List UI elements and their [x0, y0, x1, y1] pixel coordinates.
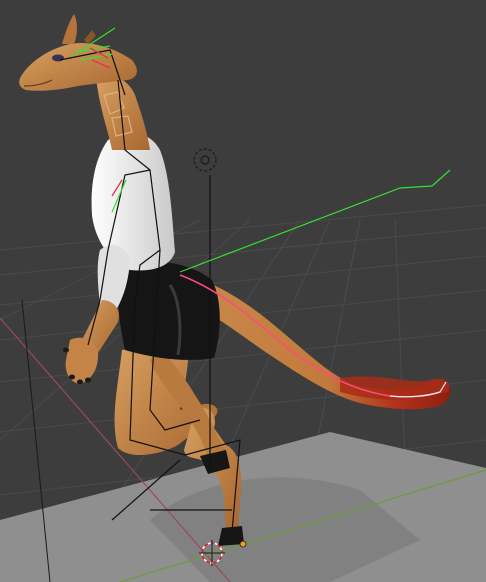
neck-mesh[interactable]: [96, 75, 150, 150]
object-origin-icon[interactable]: [239, 540, 247, 548]
scene-canvas[interactable]: [0, 0, 486, 582]
empty-target-icon[interactable]: [193, 148, 217, 172]
3d-viewport[interactable]: [0, 0, 486, 582]
ear-mesh: [62, 14, 77, 44]
eye: [52, 54, 64, 62]
